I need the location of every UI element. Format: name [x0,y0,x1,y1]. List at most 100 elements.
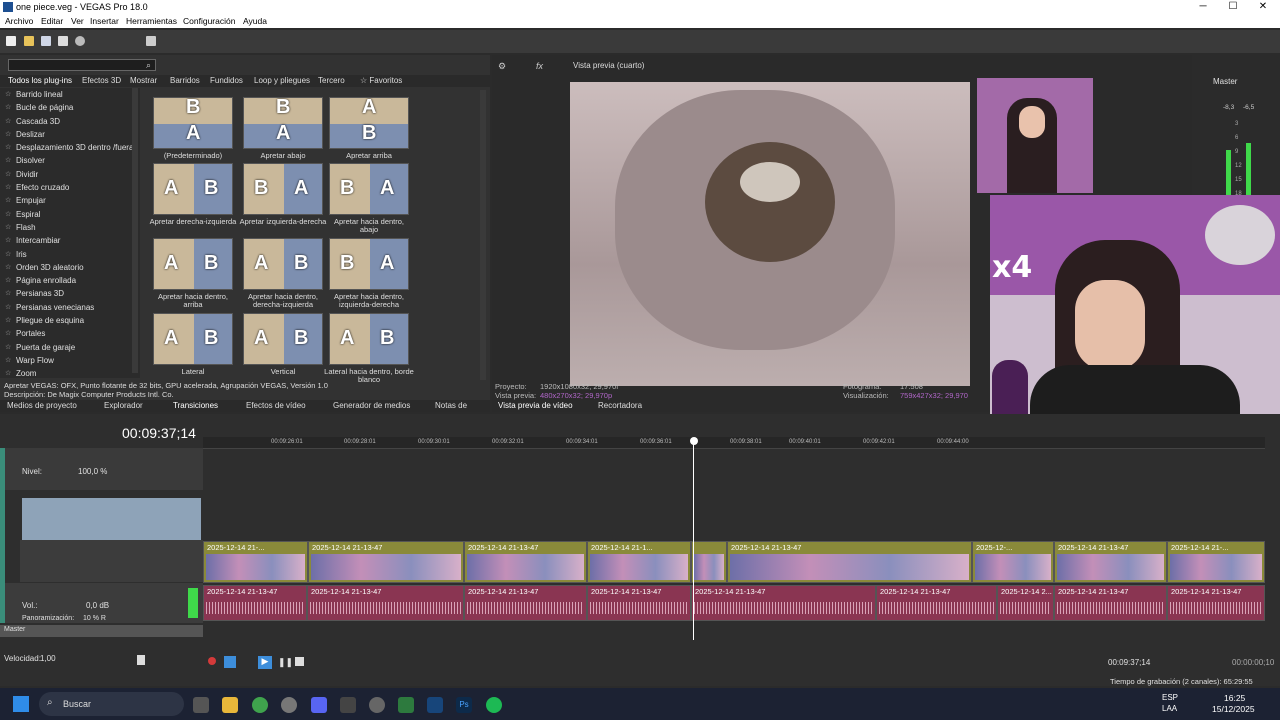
fx-icon[interactable]: fx [536,61,543,71]
transition-preset-thumb[interactable]: BA [329,163,409,215]
properties-gear-icon[interactable] [75,36,85,46]
menu-insertar[interactable]: Insertar [90,16,119,26]
tab-efectos-3d[interactable]: Efectos 3D [82,76,121,85]
presets-scrollbar[interactable] [480,90,486,380]
tab-transiciones[interactable]: Transiciones [173,401,218,410]
playhead-handle[interactable] [690,437,698,445]
keyboard-layout[interactable]: LAA [1162,704,1177,713]
audio-clip[interactable]: 2025-12-14 21-13-47 [1054,585,1167,621]
plugin-list-item[interactable]: Pliegue de esquina [0,314,140,328]
plugin-search-input[interactable] [8,59,156,71]
plugin-list-item[interactable]: Barrido lineal [0,88,140,102]
discord-icon[interactable] [311,697,327,713]
plugin-list-item[interactable]: Empujar [0,194,140,208]
menu-configuracion[interactable]: Configuración [183,16,235,26]
video-clip[interactable]: 2025-12-14 21-... [1167,541,1265,583]
undo-icon[interactable] [146,36,156,46]
plugin-list-item[interactable]: Bucle de página [0,101,140,115]
transition-preset-thumb[interactable]: AB [153,163,233,215]
transition-preset-thumb[interactable]: BA [243,163,323,215]
new-icon[interactable] [6,36,16,46]
loop-button-icon[interactable] [224,656,236,668]
menu-ver[interactable]: Ver [71,16,84,26]
transition-preset-thumb[interactable]: AB [153,238,233,290]
plugin-list-item[interactable]: Dividir [0,168,140,182]
language-indicator[interactable]: ESP [1162,693,1178,702]
settings-icon[interactable] [281,697,297,713]
file-explorer-icon[interactable] [222,697,238,713]
menu-editar[interactable]: Editar [41,16,63,26]
plugin-list-item[interactable]: Página enrollada [0,274,140,288]
transition-preset-thumb[interactable]: AB [243,313,323,365]
plugin-list-item[interactable]: Disolver [0,154,140,168]
close-button[interactable]: ✕ [1248,0,1278,15]
video-clip[interactable]: 2025-12-14 21-13-47 [727,541,972,583]
chrome-icon[interactable] [252,697,268,713]
open-icon[interactable] [24,36,34,46]
windows-start-icon[interactable] [13,696,29,712]
preview-quality-select[interactable]: Vista previa (cuarto) [573,61,644,70]
video-clip[interactable]: 2025-12-14 21-13-47 [1054,541,1167,583]
timeline-ruler[interactable]: 00:09:26:01 00:09:28:01 00:09:30:01 00:09:3… [203,437,1265,449]
transition-preset-thumb[interactable]: BA [243,97,323,149]
save-as-icon[interactable] [58,36,68,46]
vegas-taskbar-icon[interactable] [427,697,443,713]
transition-preset-thumb[interactable]: AB [243,238,323,290]
audio-clip[interactable]: 2025-12-14 2... [997,585,1054,621]
audio-clip[interactable]: 2025-12-14 21-13-47 [587,585,691,621]
photoshop-icon[interactable]: Ps [456,697,472,713]
pause-button-icon[interactable]: ❚❚ [278,657,293,668]
plugin-list-item[interactable]: Portales [0,327,140,341]
audio-clip[interactable]: 2025-12-14 21-13-47 [876,585,997,621]
tab-vista-previa-video[interactable]: Vista previa de vídeo [498,401,573,410]
plugin-list-item[interactable]: Espiral [0,208,140,222]
obs-icon[interactable] [369,697,385,713]
maximize-button[interactable]: ☐ [1218,0,1248,15]
video-clip[interactable]: 2025-12-14 21-13-47 [464,541,587,583]
plugin-list-item[interactable]: Orden 3D aleatorio [0,261,140,275]
video-clip[interactable]: 2025-12-14 21-1... [587,541,691,583]
tab-recortadora[interactable]: Recortadora [598,401,642,410]
plugin-list-item[interactable]: Zoom [0,367,140,381]
xbox-icon[interactable] [398,697,414,713]
plugin-list-item[interactable]: Intercambiar [0,234,140,248]
video-clip[interactable] [691,541,727,583]
stop-button-icon[interactable] [295,657,304,666]
video-clip[interactable]: 2025-12-14 21-13-47 [308,541,464,583]
spotify-icon[interactable] [486,697,502,713]
transition-preset-thumb[interactable]: AB [329,313,409,365]
preview-settings-gear-icon[interactable]: ⚙ [498,61,506,72]
menu-herramientas[interactable]: Herramientas [126,16,177,26]
tab-explorador[interactable]: Explorador [104,401,143,410]
track-header-selected[interactable] [22,498,201,540]
minimize-button[interactable]: ─ [1188,0,1218,15]
task-view-icon[interactable] [193,697,209,713]
plugin-list-scrollbar[interactable] [132,88,138,373]
tab-barridos[interactable]: Barridos [170,76,200,85]
audio-clip[interactable]: 2025-12-14 21-13-47 [464,585,587,621]
audio-clip[interactable]: 2025-12-14 21-13-47 [1167,585,1265,621]
plugin-list-item[interactable]: Flash [0,221,140,235]
tab-favoritos[interactable]: ☆ Favoritos [360,76,402,85]
plugin-list-item[interactable]: Puerta de garaje [0,341,140,355]
clock-date[interactable]: 15/12/2025 [1212,704,1255,714]
plugin-list-item[interactable]: Persianas 3D [0,287,140,301]
tab-todos[interactable]: Todos los plug-ins [8,76,72,85]
clock-time[interactable]: 16:25 [1224,693,1245,703]
tab-tercero[interactable]: Tercero [318,76,345,85]
plugin-list-item[interactable]: Desplazamiento 3D dentro /fuera [0,141,140,155]
menu-ayuda[interactable]: Ayuda [243,16,267,26]
search-icon[interactable]: ⌕ [146,60,151,71]
taskbar-search-box[interactable]: ⌕ Buscar [39,692,184,716]
play-button-icon[interactable]: ▶ [258,656,272,669]
tab-medios-proyecto[interactable]: Medios de proyecto [7,401,77,410]
tab-mostrar[interactable]: Mostrar [130,76,157,85]
audio-clip[interactable]: 2025-12-14 21-13-47 [307,585,464,621]
audio-track-header[interactable]: Vol.: 0,0 dB Panoramización: 10 % R [0,583,203,623]
plugin-list-item[interactable]: Deslizar [0,128,140,142]
audio-clip[interactable]: 2025-12-14 21-13-47 [203,585,307,621]
video-clip[interactable]: 2025-12-... [972,541,1054,583]
transition-preset-thumb[interactable]: BA [153,97,233,149]
tab-generador-medios[interactable]: Generador de medios [333,401,410,410]
plugin-list-item[interactable]: Persianas venecianas [0,301,140,315]
